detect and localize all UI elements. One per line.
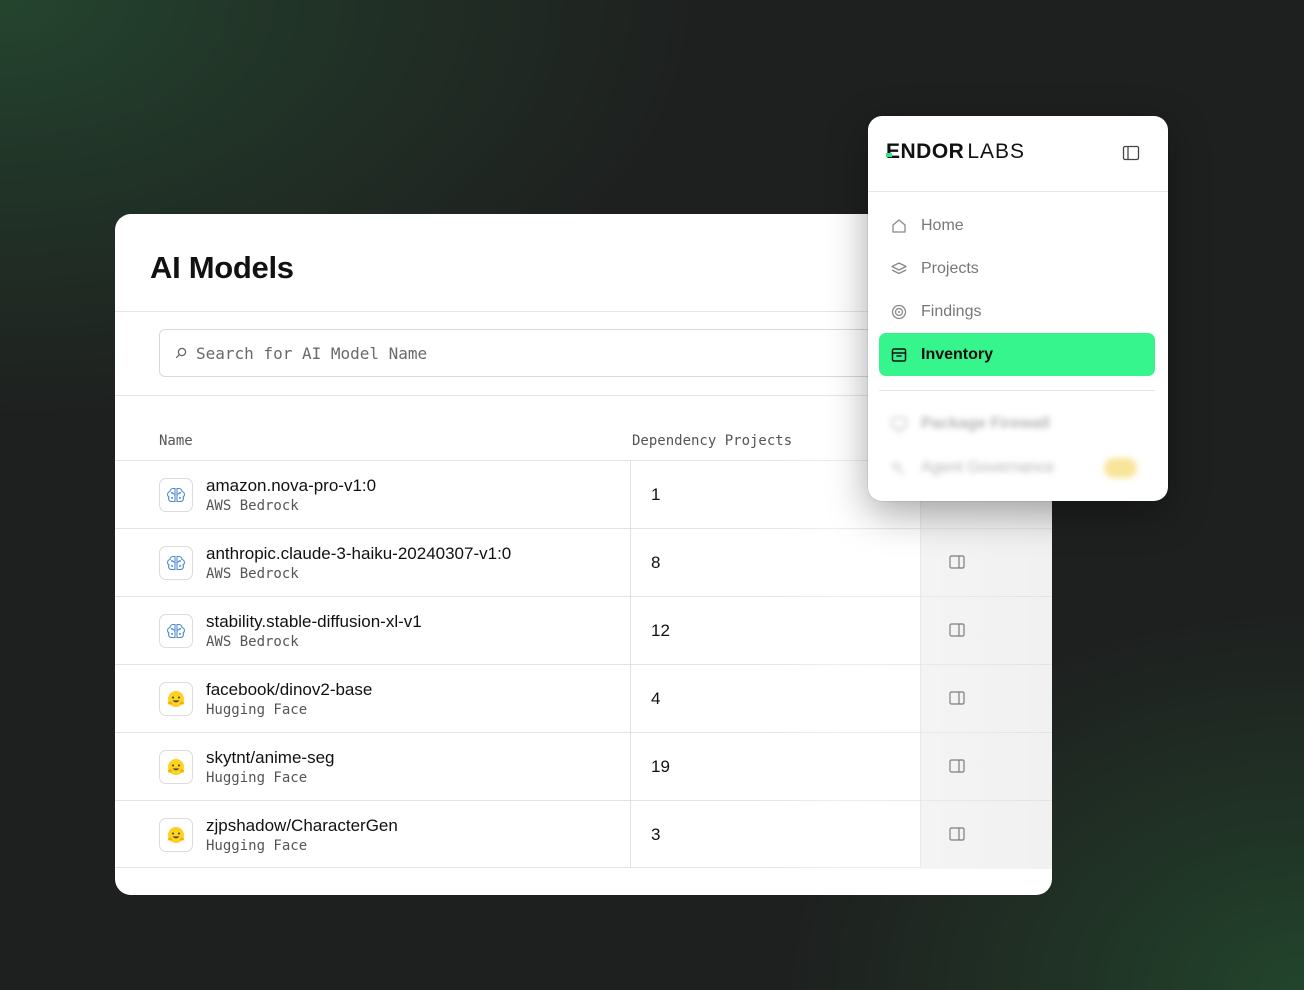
action-cell bbox=[921, 529, 1052, 597]
key-icon bbox=[892, 461, 905, 474]
dependency-projects-count[interactable]: 1 bbox=[651, 485, 660, 505]
action-cell bbox=[921, 733, 1052, 801]
divider bbox=[868, 191, 1168, 192]
nav-label: Package Firewall bbox=[921, 414, 1050, 432]
side-panel-icon[interactable] bbox=[949, 623, 965, 637]
logo-wordmark-light: LABS bbox=[967, 140, 1026, 163]
side-panel-icon[interactable] bbox=[949, 691, 965, 705]
navigation-sidebar: ENDOR LABS Home Projects Findings Invent… bbox=[868, 116, 1168, 501]
cell-divider bbox=[630, 529, 631, 596]
dependency-projects-count[interactable]: 3 bbox=[651, 825, 660, 845]
action-cell bbox=[921, 801, 1052, 869]
nav-label: Inventory bbox=[921, 345, 994, 363]
nav-label: Agent Governance bbox=[921, 458, 1055, 476]
nav-label: Home bbox=[921, 216, 964, 234]
nav-item-package-firewall[interactable]: Package Firewall bbox=[879, 402, 1155, 445]
nav-label: Findings bbox=[921, 302, 982, 320]
column-header-name[interactable]: Name bbox=[159, 433, 193, 449]
cell-divider bbox=[630, 461, 631, 528]
cell-divider bbox=[630, 733, 631, 800]
bedrock-brain-icon bbox=[159, 614, 193, 648]
table-row[interactable]: facebook/dinov2-base Hugging Face 4 bbox=[115, 664, 1052, 733]
table-row[interactable]: skytnt/anime-seg Hugging Face 19 bbox=[115, 732, 1052, 801]
logo-wordmark-bold: ENDOR bbox=[886, 140, 965, 163]
nav-item-findings[interactable]: Findings bbox=[879, 290, 1155, 333]
nav-item-inventory[interactable]: Inventory bbox=[879, 333, 1155, 376]
side-panel-icon[interactable] bbox=[949, 555, 965, 569]
search-input[interactable] bbox=[196, 343, 796, 363]
nav-item-home[interactable]: Home bbox=[879, 204, 1155, 247]
dependency-projects-count[interactable]: 12 bbox=[651, 621, 670, 641]
action-cell bbox=[921, 665, 1052, 733]
model-provider: Hugging Face bbox=[206, 702, 308, 718]
model-name[interactable]: skytnt/anime-seg bbox=[206, 748, 335, 768]
model-provider: AWS Bedrock bbox=[206, 498, 299, 514]
hugging-face-icon bbox=[159, 682, 193, 716]
target-icon bbox=[891, 304, 907, 319]
dependency-projects-count[interactable]: 19 bbox=[651, 757, 670, 777]
cell-divider bbox=[630, 665, 631, 732]
new-badge bbox=[1103, 457, 1137, 478]
archive-box-icon bbox=[891, 347, 907, 362]
model-name[interactable]: zjpshadow/CharacterGen bbox=[206, 816, 398, 836]
endor-labs-logo[interactable]: ENDOR LABS bbox=[886, 140, 1025, 164]
model-name[interactable]: anthropic.claude-3-haiku-20240307-v1:0 bbox=[206, 544, 511, 564]
cell-divider bbox=[630, 801, 631, 867]
model-provider: AWS Bedrock bbox=[206, 566, 299, 582]
action-cell bbox=[921, 597, 1052, 665]
side-panel-icon[interactable] bbox=[949, 827, 965, 841]
divider bbox=[879, 390, 1155, 391]
table-row[interactable]: stability.stable-diffusion-xl-v1 AWS Bed… bbox=[115, 596, 1052, 665]
model-name[interactable]: stability.stable-diffusion-xl-v1 bbox=[206, 612, 422, 632]
dependency-projects-count[interactable]: 4 bbox=[651, 689, 660, 709]
layers-icon bbox=[891, 261, 907, 274]
monitor-icon bbox=[891, 416, 907, 432]
home-icon bbox=[892, 218, 906, 233]
nav-item-projects[interactable]: Projects bbox=[879, 247, 1155, 290]
column-header-dependency-projects[interactable]: Dependency Projects bbox=[632, 433, 792, 449]
search-icon bbox=[175, 347, 187, 359]
cell-divider bbox=[630, 597, 631, 664]
model-provider: AWS Bedrock bbox=[206, 634, 299, 650]
model-name[interactable]: facebook/dinov2-base bbox=[206, 680, 372, 700]
search-box[interactable] bbox=[159, 329, 959, 377]
bedrock-brain-icon bbox=[159, 546, 193, 580]
nav-label: Projects bbox=[921, 259, 979, 277]
models-table: amazon.nova-pro-v1:0 AWS Bedrock 1 anthr… bbox=[115, 460, 1052, 869]
bedrock-brain-icon bbox=[159, 478, 193, 512]
dependency-projects-count[interactable]: 8 bbox=[651, 553, 660, 573]
table-row[interactable]: zjpshadow/CharacterGen Hugging Face 3 bbox=[115, 800, 1052, 869]
page-title: AI Models bbox=[150, 250, 294, 285]
model-provider: Hugging Face bbox=[206, 838, 308, 854]
table-row[interactable]: anthropic.claude-3-haiku-20240307-v1:0 A… bbox=[115, 528, 1052, 597]
nav-item-agent-governance[interactable]: Agent Governance bbox=[879, 446, 1155, 489]
hugging-face-icon bbox=[159, 750, 193, 784]
collapse-sidebar-icon[interactable] bbox=[1122, 145, 1140, 161]
logo-accent-mark bbox=[886, 153, 892, 157]
model-name[interactable]: amazon.nova-pro-v1:0 bbox=[206, 476, 376, 496]
side-panel-icon[interactable] bbox=[949, 759, 965, 773]
model-provider: Hugging Face bbox=[206, 770, 308, 786]
hugging-face-icon bbox=[159, 818, 193, 852]
